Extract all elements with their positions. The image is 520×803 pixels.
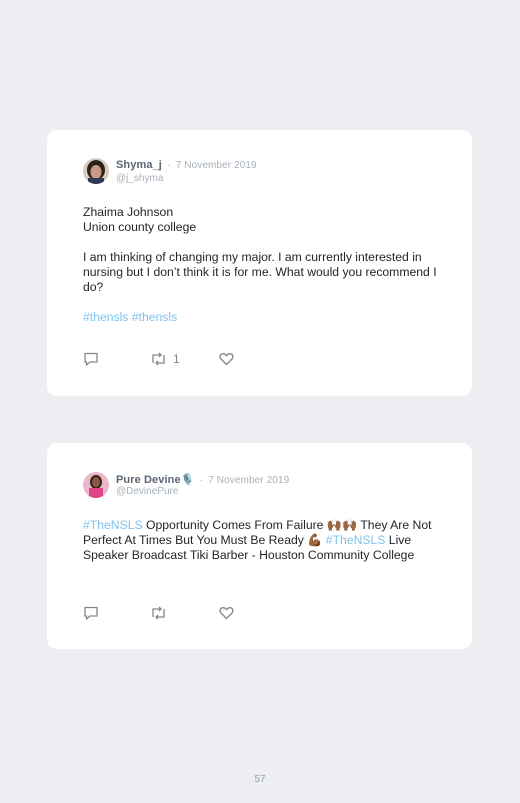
- tweet-author[interactable]: Pure Devine🎙️ · 7 November 2019: [116, 473, 289, 486]
- retweet-icon: [152, 352, 165, 366]
- tweet-body: #TheNSLS Opportunity Comes From Failure …: [83, 518, 448, 563]
- tweet-separator: ·: [167, 160, 171, 171]
- like-icon: [219, 607, 234, 620]
- page-number: 57: [254, 774, 266, 785]
- retweet-icon: [152, 606, 165, 620]
- tweet-date[interactable]: 7 November 2019: [208, 475, 289, 486]
- tweet-separator: ·: [199, 475, 204, 486]
- tweet-paragraph: #TheNSLS Opportunity Comes From Failure …: [83, 518, 448, 563]
- tweet-date[interactable]: 7 November 2019: [176, 160, 257, 171]
- retweet-button[interactable]: 1: [150, 352, 180, 366]
- retweet-count: 1: [173, 352, 180, 366]
- tweet-line: Union county college: [83, 220, 197, 234]
- user-handle[interactable]: @DevinePure: [116, 486, 178, 497]
- avatar[interactable]: [83, 472, 109, 498]
- tweet-hashtags[interactable]: #thensls #thensls: [83, 310, 448, 325]
- tweet-author[interactable]: Shyma_j · 7 November 2019: [116, 159, 257, 171]
- reply-button[interactable]: [83, 606, 99, 621]
- like-button[interactable]: [219, 606, 234, 620]
- tweet-paragraph: I am thinking of changing my major. I am…: [83, 250, 437, 294]
- retweet-button[interactable]: [150, 606, 167, 620]
- avatar[interactable]: [83, 158, 109, 184]
- tweet-line: Zhaima Johnson: [83, 205, 174, 219]
- display-name[interactable]: Pure Devine🎙️: [116, 474, 194, 486]
- hashtag-link[interactable]: #TheNSLS: [83, 518, 143, 532]
- display-name[interactable]: Shyma_j: [116, 159, 162, 171]
- reply-button[interactable]: [83, 352, 99, 367]
- tweet-card: Pure Devine🎙️ · 7 November 2019 @DevineP…: [47, 443, 472, 649]
- reply-icon: [84, 606, 98, 620]
- like-icon: [219, 353, 234, 366]
- tweet-body: Zhaima Johnson Union county college I am…: [83, 205, 448, 325]
- like-button[interactable]: [219, 352, 234, 366]
- user-handle[interactable]: @j_shyma: [116, 173, 163, 184]
- reply-icon: [84, 352, 98, 366]
- tweet-card: Shyma_j · 7 November 2019 @j_shyma Zhaim…: [47, 130, 472, 396]
- hashtag-link[interactable]: #TheNSLS: [326, 533, 386, 547]
